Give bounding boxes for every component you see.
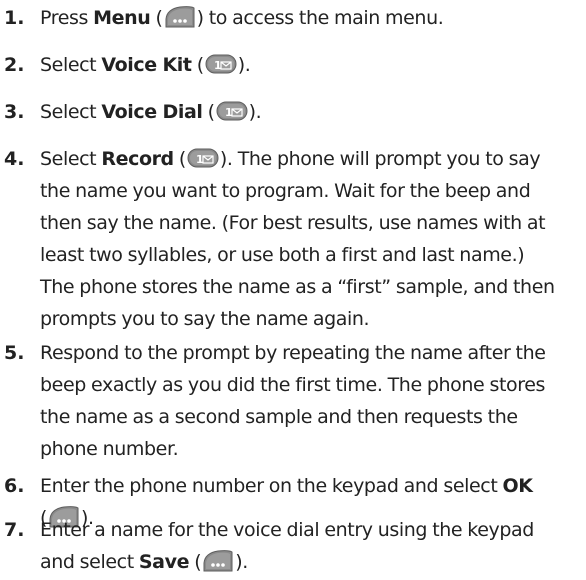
key-label: Menu bbox=[93, 7, 151, 29]
key-label: Voice Dial bbox=[101, 101, 203, 123]
one-key-icon bbox=[205, 52, 237, 76]
text-line: least two syllables, or use both a first… bbox=[40, 244, 525, 266]
step-number: 4. bbox=[4, 148, 25, 170]
step-number: 7. bbox=[4, 519, 25, 541]
menu-softkey-icon bbox=[202, 549, 234, 573]
step-number: 3. bbox=[4, 101, 25, 123]
step-number: 6. bbox=[4, 475, 25, 497]
text-line: phone number. bbox=[40, 438, 179, 460]
step-text: Press Menu () to access the main menu. bbox=[40, 5, 444, 29]
text-line: prompts you to say the name again. bbox=[40, 308, 370, 330]
step-text: Respond to the prompt by repeating the n… bbox=[40, 337, 586, 465]
text-line: Respond to the prompt by repeating the n… bbox=[40, 342, 546, 364]
text-line: The phone stores the name as a “first” s… bbox=[40, 276, 555, 298]
step-text: Select Voice Dial (). bbox=[40, 99, 262, 123]
key-label: Voice Kit bbox=[101, 54, 192, 76]
key-label: Save bbox=[138, 551, 190, 573]
text-line: the name as a second sample and then req… bbox=[40, 406, 518, 428]
step-text: Select Record (). The phone will prompt … bbox=[40, 143, 586, 335]
step-number: 1. bbox=[4, 7, 25, 29]
menu-softkey-icon bbox=[164, 5, 196, 29]
text-line: the name you want to program. Wait for t… bbox=[40, 180, 531, 202]
step-text: Select Voice Kit (). bbox=[40, 52, 251, 76]
step-text: Enter a name for the voice dial entry us… bbox=[40, 519, 534, 573]
one-key-icon bbox=[187, 146, 219, 170]
text-line: then say the name. (For best results, us… bbox=[40, 212, 546, 234]
step-number: 2. bbox=[4, 54, 25, 76]
text-line: beep exactly as you did the first time. … bbox=[40, 374, 546, 396]
key-label: OK bbox=[502, 475, 533, 497]
step-number: 5. bbox=[4, 342, 25, 364]
one-key-icon bbox=[216, 99, 248, 123]
key-label: Record bbox=[101, 148, 174, 170]
